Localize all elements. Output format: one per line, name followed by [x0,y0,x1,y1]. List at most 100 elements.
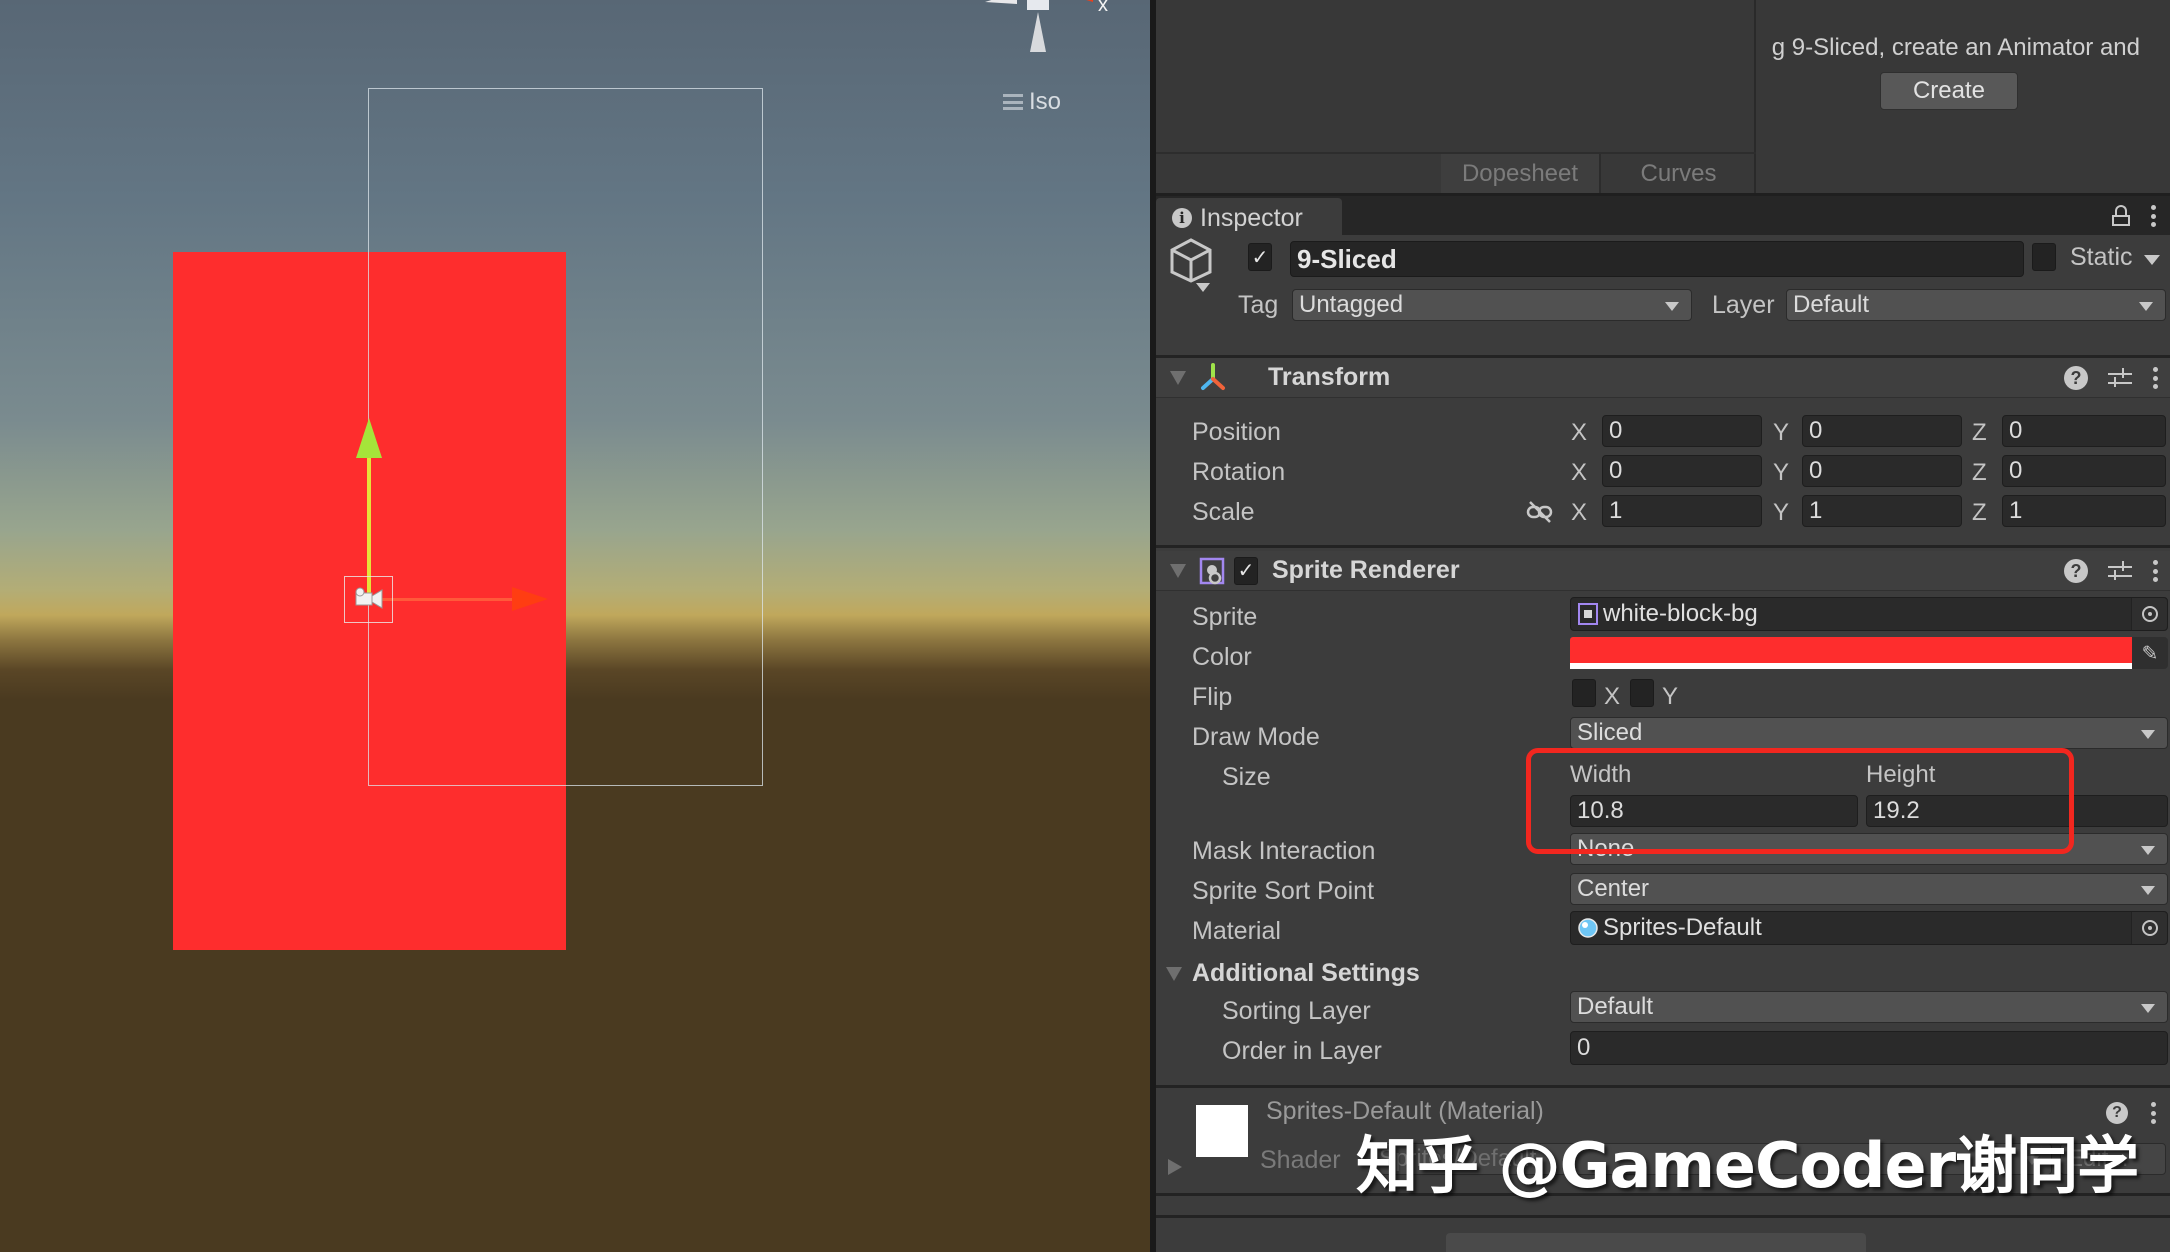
tab-dopesheet[interactable]: Dopesheet [1441,154,1601,193]
watermark: 知乎 @GameCoder谢同学 [1356,1129,2139,1202]
order-in-layer-field[interactable]: 0 [1570,1031,2168,1065]
color-swatch[interactable] [1570,637,2132,663]
foldout-icon[interactable] [1170,370,1186,385]
position-x-field[interactable]: 0 [1602,415,1762,447]
order-in-layer-label: Order in Layer [1222,1037,1382,1065]
gameobject-cube-icon[interactable] [1168,237,1214,283]
flip-y-label: Y [1662,683,1679,710]
animation-view-tabs: Dopesheet Curves [1156,152,1756,193]
rotation-y-axis-label: Y [1773,459,1790,486]
component-divider [1156,545,2170,548]
scale-z-axis-label: Z [1972,499,1987,526]
eyedropper-icon[interactable]: ✎ [2132,637,2168,669]
draw-mode-dropdown[interactable]: Sliced [1570,717,2168,749]
chevron-down-icon [2139,302,2153,311]
more-options-icon[interactable] [2150,205,2156,227]
icon-dropdown-caret[interactable] [1196,283,1210,292]
sprite-field[interactable]: white-block-bg [1570,597,2168,631]
tag-dropdown[interactable]: Untagged [1292,289,1692,321]
rotation-y-field[interactable]: 0 [1802,455,1962,487]
add-component-button[interactable] [1446,1233,1866,1252]
material-asset-icon [1578,918,1598,938]
shader-label: Shader [1260,1146,1341,1174]
help-icon[interactable]: ? [2064,559,2088,583]
foldout-icon[interactable] [1170,563,1186,578]
lock-icon[interactable] [2112,205,2130,227]
orientation-gizmo-center [1027,0,1049,10]
more-options-icon[interactable] [2150,1102,2156,1124]
material-value: Sprites-Default [1603,914,1762,941]
flip-x-checkbox[interactable]: ✓ [1572,679,1596,707]
material-foldout-icon[interactable] [1168,1159,1182,1175]
sprite-sort-point-value: Center [1577,875,1650,902]
rotation-z-field[interactable]: 0 [2002,455,2166,487]
orientation-gizmo-y [1030,12,1046,52]
scale-x-field[interactable]: 1 [1602,495,1762,527]
sprite-renderer-enabled-checkbox[interactable]: ✓ [1234,556,1258,585]
rotation-x-axis-label: X [1571,459,1588,486]
help-icon[interactable]: ? [2064,366,2088,390]
tab-inspector[interactable]: i Inspector [1156,198,1342,238]
scale-z-field[interactable]: 1 [2002,495,2166,527]
move-gizmo-y-arrow-icon[interactable] [356,418,382,458]
size-label: Size [1222,763,1271,791]
create-animator-button[interactable]: Create [1880,72,2018,110]
presets-icon[interactable] [2108,367,2132,389]
sorting-layer-value: Default [1577,993,1654,1020]
orientation-gizmo-x [1086,0,1093,2]
chevron-down-icon [2141,730,2155,739]
sorting-layer-dropdown[interactable]: Default [1570,991,2168,1023]
position-z-field[interactable]: 0 [2002,415,2166,447]
section-divider [1156,1215,2170,1218]
layer-label: Layer [1712,291,1775,319]
scene-view[interactable]: x Iso [0,0,1150,1252]
rotation-z-axis-label: Z [1972,459,1987,486]
color-field[interactable]: ✎ [1570,637,2168,669]
scale-label: Scale [1192,498,1255,526]
tab-curves[interactable]: Curves [1601,154,1756,193]
foldout-icon[interactable] [1166,966,1182,981]
transform-header[interactable]: Transform ? [1156,358,2170,398]
additional-settings-foldout[interactable]: Additional Settings [1166,959,1420,988]
transform-icon [1201,362,1225,390]
static-dropdown-caret[interactable] [2144,255,2160,265]
mask-interaction-label: Mask Interaction [1192,837,1376,865]
orientation-gizmo[interactable] [985,0,1095,58]
sprite-value: white-block-bg [1603,600,1758,627]
move-gizmo-x-arrow-icon[interactable] [512,587,548,611]
hamburger-icon [1003,94,1023,110]
more-options-icon[interactable] [2152,560,2158,582]
sprite-renderer-header[interactable]: ✓ Sprite Renderer ? [1156,551,2170,591]
transform-title: Transform [1268,363,1391,391]
color-label: Color [1192,643,1252,671]
color-alpha-bar [1570,663,2132,669]
sprite-asset-icon [1578,603,1598,625]
sprite-sort-point-dropdown[interactable]: Center [1570,873,2168,905]
position-y-field[interactable]: 0 [1802,415,1962,447]
chevron-down-icon [2141,886,2155,895]
tag-value: Untagged [1299,291,1404,318]
position-z-axis-label: Z [1972,419,1987,446]
projection-label: Iso [1029,88,1062,115]
object-picker-icon[interactable] [2131,912,2167,944]
info-icon: i [1172,208,1192,228]
scale-y-axis-label: Y [1773,499,1790,526]
object-picker-icon[interactable] [2131,598,2167,630]
camera-icon [355,587,383,609]
material-field[interactable]: Sprites-Default [1570,911,2168,945]
sorting-layer-label: Sorting Layer [1222,997,1371,1025]
constrain-proportions-icon[interactable] [1526,500,1554,524]
position-y-axis-label: Y [1773,419,1790,446]
rotation-x-field[interactable]: 0 [1602,455,1762,487]
draw-mode-label: Draw Mode [1192,723,1320,751]
static-checkbox[interactable]: ✓ [2032,243,2056,271]
presets-icon[interactable] [2108,560,2132,582]
layer-dropdown[interactable]: Default [1786,289,2166,321]
chevron-down-icon [2141,1004,2155,1013]
more-options-icon[interactable] [2152,367,2158,389]
projection-toggle[interactable]: Iso [1003,88,1061,116]
gameobject-name-field[interactable]: 9-Sliced [1290,241,2024,277]
scale-y-field[interactable]: 1 [1802,495,1962,527]
flip-y-checkbox[interactable]: ✓ [1630,679,1654,707]
gameobject-active-checkbox[interactable]: ✓ [1248,243,1272,271]
